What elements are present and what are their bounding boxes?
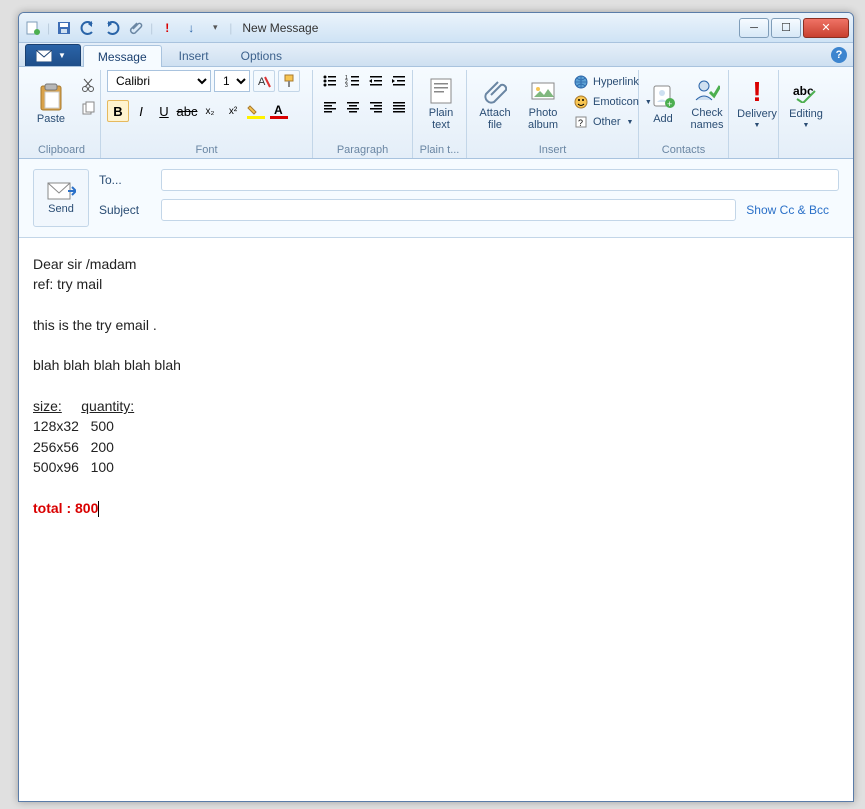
qat-save-icon[interactable] [54, 18, 74, 38]
body-greeting: Dear sir /madam [33, 254, 839, 274]
numbering-button[interactable]: 123 [342, 70, 364, 92]
message-body[interactable]: Dear sir /madam ref: try mail this is th… [19, 238, 853, 801]
group-clipboard-label: Clipboard [29, 142, 94, 158]
body-line2: blah blah blah blah blah [33, 355, 839, 375]
subscript-button[interactable]: x₂ [199, 100, 221, 122]
body-table-row: 256x56 200 [33, 437, 839, 457]
font-color-button[interactable]: A [268, 100, 290, 122]
paperclip-icon [483, 75, 507, 107]
close-button[interactable]: ✕ [803, 18, 849, 38]
titlebar: | | ! ↓ ▾ | New Message ─ ☐ ✕ [19, 13, 853, 43]
justify-button[interactable] [388, 96, 410, 118]
qat-priority-low-icon[interactable]: ↓ [181, 18, 201, 38]
italic-button[interactable]: I [130, 100, 152, 122]
align-left-button[interactable] [319, 96, 341, 118]
help-icon[interactable]: ? [831, 47, 847, 63]
body-table-row: 500x96 100 [33, 457, 839, 477]
photo-icon [530, 75, 556, 107]
qat-redo-icon[interactable] [102, 18, 122, 38]
outdent-button[interactable] [365, 70, 387, 92]
svg-text:3: 3 [345, 83, 348, 89]
plaintext-icon [429, 75, 453, 107]
tab-message[interactable]: Message [83, 45, 162, 67]
show-cc-bcc-link[interactable]: Show Cc & Bcc [746, 203, 829, 217]
qat-priority-high-icon[interactable]: ! [157, 18, 177, 38]
chevron-down-icon: ▼ [627, 119, 634, 126]
group-plaintext-label: Plain t... [419, 142, 460, 158]
cut-icon[interactable] [77, 74, 99, 96]
attach-file-button[interactable]: Attach file [473, 70, 517, 136]
add-contact-button[interactable]: + Add [645, 70, 681, 136]
clipboard-icon [37, 81, 65, 113]
globe-icon [573, 74, 589, 90]
paste-button[interactable]: Paste [29, 70, 73, 136]
tab-options[interactable]: Options [226, 44, 297, 66]
file-tab[interactable]: ▼ [25, 44, 81, 66]
clear-format-icon[interactable]: A [253, 70, 275, 92]
highlight-button[interactable] [245, 100, 267, 122]
bold-button[interactable]: B [107, 100, 129, 122]
editing-button[interactable]: abc Editing ▼ [785, 70, 827, 136]
photo-album-button[interactable]: Photo album [521, 70, 565, 136]
svg-text:+: + [667, 99, 672, 109]
underline-button[interactable]: U [153, 100, 175, 122]
text-caret [98, 501, 99, 517]
copy-icon[interactable] [77, 98, 99, 120]
priority-icon: ! [752, 76, 761, 108]
tab-insert[interactable]: Insert [164, 44, 224, 66]
strikethrough-button[interactable]: abc [176, 100, 198, 122]
smiley-icon [573, 94, 589, 110]
to-field[interactable] [161, 169, 839, 191]
subject-field[interactable] [161, 199, 736, 221]
body-table-header: size: quantity: [33, 396, 839, 416]
check-names-icon [694, 75, 720, 107]
group-insert-label: Insert [473, 142, 632, 158]
app-window: | | ! ↓ ▾ | New Message ─ ☐ ✕ [18, 12, 854, 802]
body-total: total : 800 [33, 498, 839, 518]
body-line1: this is the try email . [33, 315, 839, 335]
subject-label: Subject [99, 203, 151, 217]
window-buttons: ─ ☐ ✕ [737, 18, 849, 38]
font-name-select[interactable]: Calibri [107, 70, 211, 92]
chevron-down-icon: ▼ [58, 51, 66, 60]
minimize-button[interactable]: ─ [739, 18, 769, 38]
qat-undo-icon[interactable] [78, 18, 98, 38]
quick-access-toolbar: | | ! ↓ ▾ | [23, 18, 232, 38]
svg-text:A: A [274, 103, 283, 117]
send-icon [46, 181, 76, 203]
plain-text-button[interactable]: Plain text [419, 70, 463, 136]
check-names-button[interactable]: Check names [685, 70, 729, 136]
group-contacts-label: Contacts [645, 142, 722, 158]
body-table-row: 128x32 500 [33, 416, 839, 436]
send-button[interactable]: Send [33, 169, 89, 227]
chevron-down-icon: ▼ [803, 122, 810, 130]
align-right-button[interactable] [365, 96, 387, 118]
mail-icon [36, 50, 52, 62]
qat-new-icon[interactable] [23, 18, 43, 38]
indent-button[interactable] [388, 70, 410, 92]
to-label[interactable]: To... [99, 173, 151, 187]
delivery-button[interactable]: ! Delivery ▼ [735, 70, 779, 136]
compose-header: Send To... Subject Show Cc & Bcc [19, 159, 853, 238]
bullets-button[interactable] [319, 70, 341, 92]
body-ref: ref: try mail [33, 274, 839, 294]
other-icon: ? [573, 114, 589, 130]
spellcheck-icon: abc [793, 76, 819, 108]
font-size-select[interactable]: 12 [214, 70, 250, 92]
svg-text:?: ? [578, 118, 583, 128]
group-paragraph-label: Paragraph [319, 142, 406, 158]
superscript-button[interactable]: x² [222, 100, 244, 122]
qat-attach-icon[interactable] [126, 18, 146, 38]
tabstrip: ▼ Message Insert Options ? [19, 43, 853, 67]
qat-customize-icon[interactable]: ▾ [205, 18, 225, 38]
chevron-down-icon: ▼ [754, 122, 761, 130]
window-title: New Message [242, 21, 737, 35]
maximize-button[interactable]: ☐ [771, 18, 801, 38]
ribbon: Paste Clipboard Calibri [19, 67, 853, 159]
add-contact-icon: + [651, 81, 675, 113]
align-center-button[interactable] [342, 96, 364, 118]
group-font-label: Font [107, 142, 306, 158]
format-painter-icon[interactable] [278, 70, 300, 92]
